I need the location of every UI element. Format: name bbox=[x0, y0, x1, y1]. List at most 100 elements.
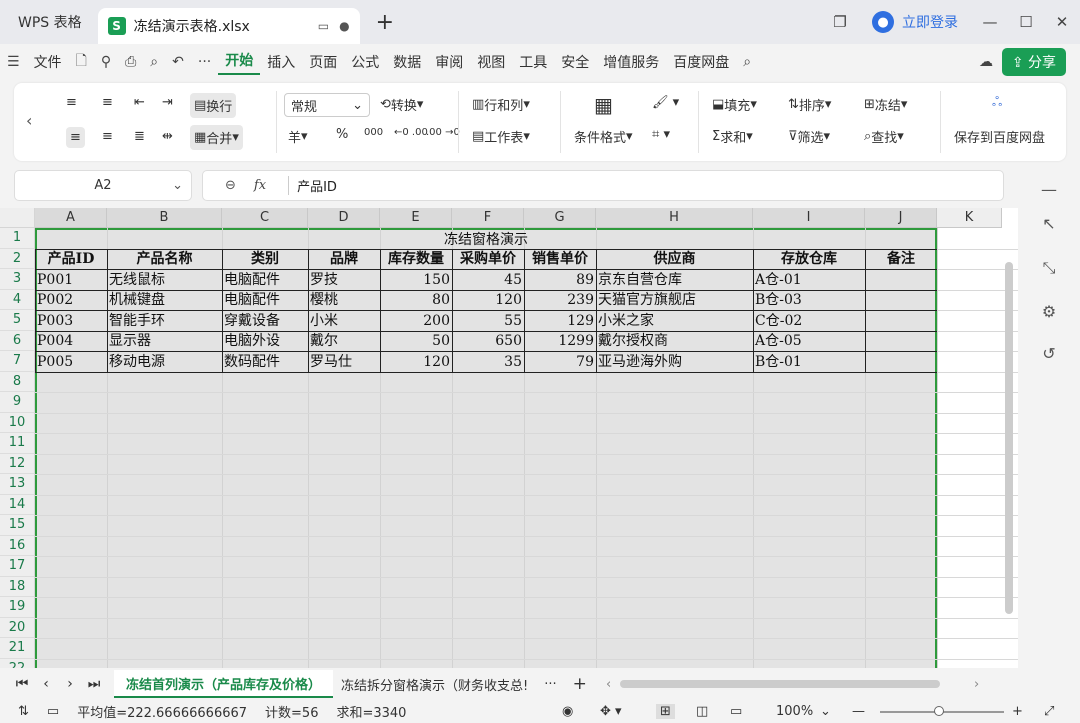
pointer-icon[interactable]: ↖ bbox=[1038, 214, 1060, 233]
table-cell[interactable]: 电脑配件 bbox=[222, 270, 308, 290]
table-cell[interactable]: A仓-01 bbox=[753, 270, 865, 290]
column-header-B[interactable]: B bbox=[107, 208, 222, 228]
zoom-out-icon[interactable]: — bbox=[852, 704, 865, 719]
screen-icon[interactable]: ▭ bbox=[318, 19, 329, 33]
page-layout-icon[interactable]: ◫ bbox=[696, 704, 708, 719]
table-cell[interactable]: 智能手环 bbox=[107, 311, 222, 331]
macro-icon[interactable]: ⇅ bbox=[18, 704, 29, 719]
normal-view-icon[interactable]: ⊞ bbox=[656, 704, 675, 719]
table-cell[interactable]: 80 bbox=[380, 290, 452, 310]
collapse-icon[interactable]: — bbox=[1038, 180, 1060, 199]
table-cell[interactable]: 129 bbox=[524, 311, 596, 331]
horizontal-scrollbar[interactable] bbox=[620, 680, 940, 688]
menu-formula[interactable]: 公式 bbox=[344, 52, 386, 72]
table-header-cell[interactable]: 库存数量 bbox=[380, 249, 452, 269]
row-header-7[interactable]: 7 bbox=[0, 351, 35, 372]
table-cell[interactable]: C仓-02 bbox=[753, 311, 865, 331]
table-cell[interactable]: 89 bbox=[524, 270, 596, 290]
table-cell[interactable]: 150 bbox=[380, 270, 452, 290]
align-middle-icon[interactable]: ≡ bbox=[102, 95, 113, 110]
align-right-icon[interactable]: ≡ bbox=[102, 129, 113, 144]
row-header-2[interactable]: 2 bbox=[0, 248, 35, 269]
menu-baidu-disk[interactable]: 百度网盘 bbox=[666, 52, 736, 72]
zoom-level[interactable]: 100% bbox=[776, 704, 813, 719]
ribbon-scroll-left-icon[interactable]: ‹ bbox=[26, 111, 32, 130]
decimal-decrease-button[interactable]: .00 →0 bbox=[426, 127, 460, 138]
table-cell[interactable]: 显示器 bbox=[107, 331, 222, 351]
merge-button[interactable]: ▦ 合并 ▾ bbox=[190, 125, 243, 150]
save-baidu-button[interactable]: 保存到百度网盘 bbox=[954, 127, 1045, 146]
table-cell[interactable]: 239 bbox=[524, 290, 596, 310]
more-sheets-button[interactable]: ··· bbox=[536, 677, 564, 692]
menu-insert[interactable]: 插入 bbox=[260, 52, 302, 72]
table-cell[interactable]: B仓-03 bbox=[753, 290, 865, 310]
table-cell[interactable]: 戴尔 bbox=[308, 331, 380, 351]
formula-input[interactable]: ⊖ fx 产品ID bbox=[202, 170, 1004, 201]
column-header-K[interactable]: K bbox=[937, 208, 1002, 228]
column-header-A[interactable]: A bbox=[35, 208, 107, 228]
column-header-H[interactable]: H bbox=[596, 208, 753, 228]
page-break-icon[interactable]: ▭ bbox=[730, 704, 742, 719]
table-cell[interactable]: 机械键盘 bbox=[107, 290, 222, 310]
sheet-tab-active[interactable]: 冻结首列演示（产品库存及价格） bbox=[114, 670, 334, 698]
justify-icon[interactable]: ≣ bbox=[134, 129, 145, 144]
table-cell[interactable]: P002 bbox=[35, 290, 107, 310]
table-cell[interactable]: 电脑配件 bbox=[222, 290, 308, 310]
table-cell[interactable]: 樱桃 bbox=[308, 290, 380, 310]
table-cell[interactable]: 1299 bbox=[524, 331, 596, 351]
zoom-slider-knob[interactable] bbox=[934, 706, 944, 716]
table-cell[interactable]: P001 bbox=[35, 270, 107, 290]
zoom-formula-icon[interactable]: ⊖ bbox=[225, 178, 236, 193]
add-sheet-button[interactable]: + bbox=[565, 674, 595, 694]
name-box[interactable]: A2 ⌄ bbox=[14, 170, 192, 201]
row-header-12[interactable]: 12 bbox=[0, 453, 35, 474]
sum-button[interactable]: Σ 求和 ▾ bbox=[712, 127, 753, 146]
undo-icon[interactable]: ↶ bbox=[165, 54, 191, 70]
function-icon[interactable]: fx bbox=[254, 178, 266, 193]
find-button[interactable]: ⌕ 查找 ▾ bbox=[864, 127, 904, 146]
next-sheet-icon[interactable]: › bbox=[58, 676, 82, 692]
table-cell[interactable]: 120 bbox=[452, 290, 524, 310]
decimal-increase-button[interactable]: ←0 .00 bbox=[394, 127, 428, 138]
minimize-icon[interactable]: — bbox=[972, 13, 1008, 31]
sort-button[interactable]: ⇅ 排序 ▾ bbox=[788, 95, 831, 114]
freeze-button[interactable]: ⊞ 冻结 ▾ bbox=[864, 95, 907, 114]
row-header-17[interactable]: 17 bbox=[0, 556, 35, 577]
filter-button[interactable]: ⊽ 筛选 ▾ bbox=[788, 127, 830, 146]
column-header-E[interactable]: E bbox=[380, 208, 452, 228]
table-header-cell[interactable]: 存放仓库 bbox=[753, 249, 865, 269]
adjust-icon[interactable]: ⚙ bbox=[1038, 302, 1060, 321]
menu-file[interactable]: 文件 bbox=[27, 52, 69, 72]
vertical-scroll-thumb[interactable] bbox=[1005, 262, 1013, 614]
column-header-J[interactable]: J bbox=[865, 208, 937, 228]
menu-tools[interactable]: 工具 bbox=[512, 52, 554, 72]
indent-increase-icon[interactable]: ⇥ bbox=[162, 95, 173, 110]
row-header-5[interactable]: 5 bbox=[0, 310, 35, 331]
menu-view[interactable]: 视图 bbox=[470, 52, 512, 72]
align-center-icon[interactable]: ≡ bbox=[66, 127, 85, 148]
row-header-18[interactable]: 18 bbox=[0, 576, 35, 597]
cell-style-icon[interactable]: 🖌 ▾ bbox=[652, 95, 679, 110]
row-header-15[interactable]: 15 bbox=[0, 515, 35, 536]
fill-button[interactable]: ⬓ 填充 ▾ bbox=[712, 95, 757, 114]
row-header-14[interactable]: 14 bbox=[0, 494, 35, 515]
maximize-icon[interactable]: ☐ bbox=[1008, 13, 1044, 31]
row-col-button[interactable]: ▥ 行和列 ▾ bbox=[472, 95, 530, 114]
table-cell[interactable]: 小米之家 bbox=[596, 311, 753, 331]
wrap-text-button[interactable]: ▤ 换行 bbox=[190, 93, 237, 118]
menu-data[interactable]: 数据 bbox=[386, 52, 428, 72]
print-preview-icon[interactable]: ⌕ bbox=[143, 54, 165, 70]
zoom-in-icon[interactable]: + bbox=[1012, 704, 1023, 719]
table-cell[interactable]: 罗马仕 bbox=[308, 352, 380, 372]
table-cell[interactable]: 移动电源 bbox=[107, 352, 222, 372]
row-header-9[interactable]: 9 bbox=[0, 392, 35, 413]
column-header-G[interactable]: G bbox=[524, 208, 596, 228]
table-cell[interactable]: 亚马逊海外购 bbox=[596, 352, 753, 372]
table-cell[interactable]: 35 bbox=[452, 352, 524, 372]
currency-button[interactable]: 羊 ▾ bbox=[288, 127, 308, 146]
menu-security[interactable]: 安全 bbox=[554, 52, 596, 72]
search-icon[interactable]: ⌕ bbox=[736, 54, 758, 70]
menu-review[interactable]: 审阅 bbox=[428, 52, 470, 72]
table-cell[interactable]: 京东自营仓库 bbox=[596, 270, 753, 290]
prev-sheet-icon[interactable]: ‹ bbox=[34, 676, 58, 692]
